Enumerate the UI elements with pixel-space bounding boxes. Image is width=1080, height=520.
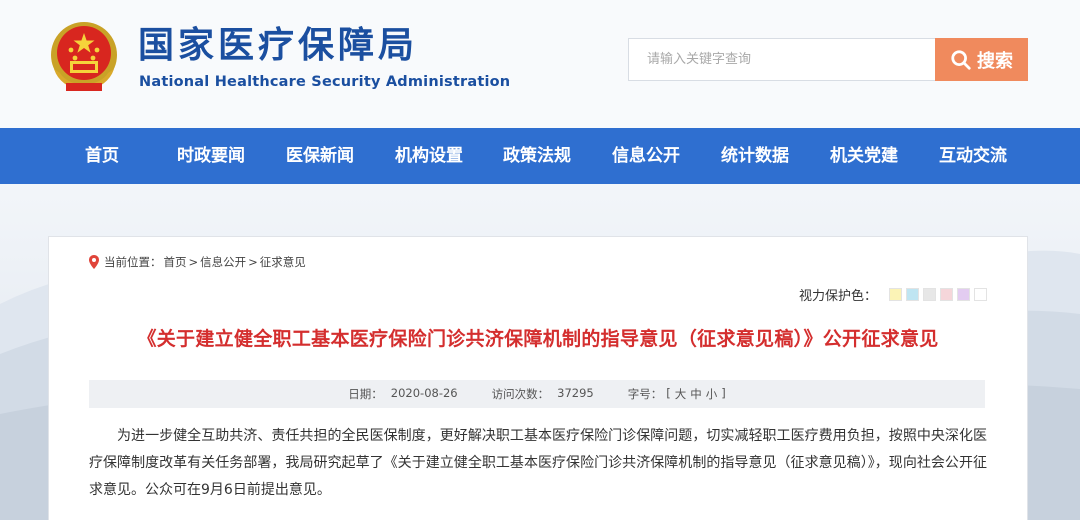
breadcrumb-information[interactable]: 信息公开 bbox=[200, 254, 246, 270]
nav-item-policies[interactable]: 政策法规 bbox=[503, 128, 571, 184]
site-title-en: National Healthcare Security Administrat… bbox=[139, 74, 511, 90]
nav-item-information[interactable]: 信息公开 bbox=[612, 128, 680, 184]
meta-font-size: 字号： [ 大 中 小 ] bbox=[628, 386, 726, 402]
location-pin-icon bbox=[89, 255, 99, 269]
swatch-yellow[interactable] bbox=[889, 288, 902, 301]
site-title-cn: 国家医疗保障局 bbox=[138, 25, 419, 66]
breadcrumb-consultation[interactable]: 征求意见 bbox=[260, 254, 306, 270]
eye-care-colors: 视力保护色： bbox=[799, 285, 987, 304]
swatch-pink[interactable] bbox=[940, 288, 953, 301]
national-emblem-icon[interactable] bbox=[46, 17, 122, 97]
nav-item-politics-news[interactable]: 时政要闻 bbox=[177, 128, 245, 184]
nav-item-home[interactable]: 首页 bbox=[85, 128, 119, 184]
font-size-small[interactable]: 小 bbox=[706, 386, 718, 402]
font-size-large[interactable]: 大 bbox=[675, 386, 687, 402]
search-input[interactable] bbox=[629, 39, 935, 80]
search-box bbox=[628, 38, 935, 81]
search-button[interactable]: 搜索 bbox=[935, 38, 1028, 81]
site-header: 国家医疗保障局 National Healthcare Security Adm… bbox=[0, 0, 1080, 128]
nav-item-insurance-news[interactable]: 医保新闻 bbox=[286, 128, 354, 184]
nav-item-interaction[interactable]: 互动交流 bbox=[939, 128, 1007, 184]
meta-date: 日期： 2020-08-26 bbox=[348, 386, 457, 402]
article-card: 当前位置： 首页 > 信息公开 > 征求意见 视力保护色： 《关于建立健全职工基… bbox=[48, 236, 1028, 520]
breadcrumb-prefix: 当前位置： bbox=[104, 255, 162, 269]
swatch-white[interactable] bbox=[974, 288, 987, 301]
font-bracket-open: [ bbox=[666, 386, 671, 400]
nav-item-party-building[interactable]: 机关党建 bbox=[830, 128, 898, 184]
swatch-gray[interactable] bbox=[923, 288, 936, 301]
swatch-blue[interactable] bbox=[906, 288, 919, 301]
search-button-label: 搜索 bbox=[977, 50, 1013, 72]
nav-item-organization[interactable]: 机构设置 bbox=[395, 128, 463, 184]
breadcrumb-home[interactable]: 首页 bbox=[164, 254, 187, 270]
swatch-purple[interactable] bbox=[957, 288, 970, 301]
main-nav: 首页 时政要闻 医保新闻 机构设置 政策法规 信息公开 统计数据 机关党建 互动… bbox=[0, 128, 1080, 184]
breadcrumb: 当前位置： 首页 > 信息公开 > 征求意见 bbox=[89, 254, 306, 270]
visits-value: 37295 bbox=[557, 386, 594, 400]
search-icon bbox=[951, 49, 971, 70]
article-body: 为进一步健全互助共济、责任共担的全民医保制度，更好解决职工基本医疗保险门诊保障问… bbox=[89, 428, 987, 498]
meta-visits: 访问次数： 37295 bbox=[492, 386, 594, 402]
article-title: 《关于建立健全职工基本医疗保险门诊共济保障机制的指导意见（征求意见稿）》公开征求… bbox=[137, 328, 939, 350]
nav-item-statistics[interactable]: 统计数据 bbox=[721, 128, 789, 184]
date-value: 2020-08-26 bbox=[390, 386, 458, 400]
font-size-label: 字号： bbox=[627, 387, 663, 401]
breadcrumb-separator: > bbox=[248, 255, 258, 269]
font-bracket-close: ] bbox=[721, 386, 726, 400]
breadcrumb-separator: > bbox=[188, 255, 199, 269]
article-meta: 日期： 2020-08-26 访问次数： 37295 字号： [ 大 中 小 ] bbox=[89, 380, 985, 408]
eye-care-label: 视力保护色： bbox=[798, 289, 877, 304]
visits-label: 访问次数： bbox=[491, 387, 550, 401]
font-size-medium[interactable]: 中 bbox=[690, 386, 702, 402]
date-label: 日期： bbox=[348, 387, 383, 401]
